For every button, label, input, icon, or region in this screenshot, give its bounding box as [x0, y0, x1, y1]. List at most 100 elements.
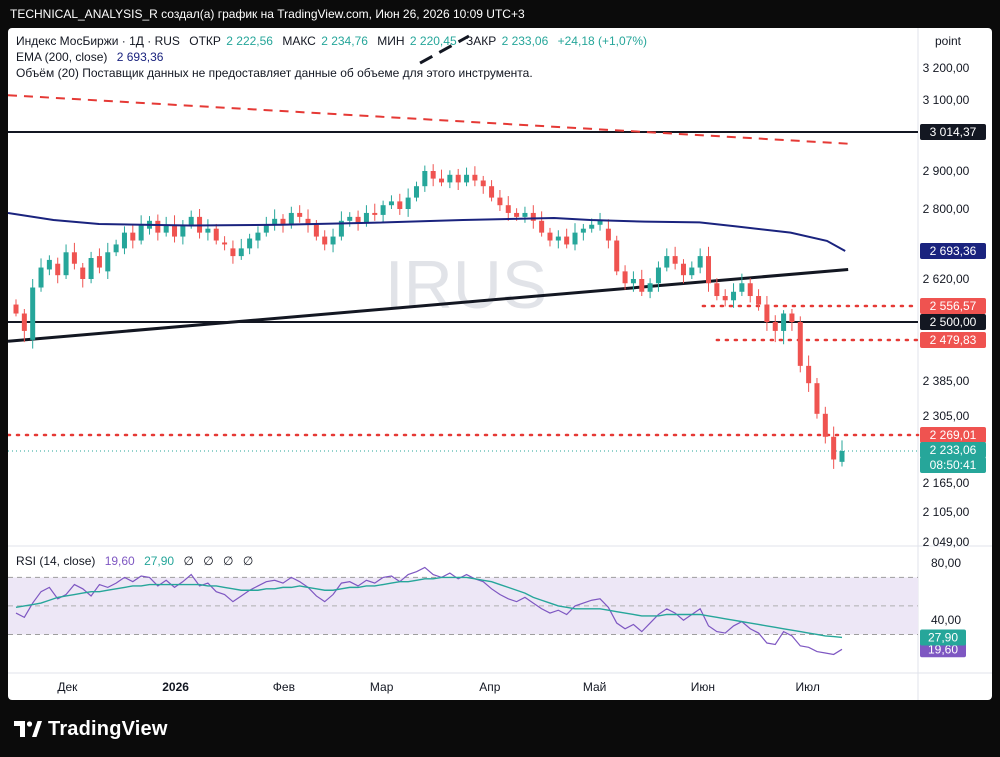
candle-body[interactable]: [388, 201, 394, 206]
candle-body[interactable]: [263, 224, 269, 233]
candle-body[interactable]: [447, 174, 453, 183]
candle-body[interactable]: [21, 313, 27, 331]
candle-body[interactable]: [831, 436, 837, 460]
candle-body[interactable]: [722, 296, 728, 301]
candle-body[interactable]: [188, 216, 194, 225]
candle-body[interactable]: [288, 212, 294, 225]
chart-panel[interactable]: IRUS 3 200,00 3 100,00 2 900,00 2 800,00 2 6…: [8, 28, 992, 700]
candle-body[interactable]: [772, 322, 778, 331]
candle-body[interactable]: [797, 322, 803, 366]
ema-200-line[interactable]: [8, 211, 846, 252]
candle-body[interactable]: [739, 283, 745, 292]
candle-body[interactable]: [655, 267, 661, 284]
candle-body[interactable]: [255, 232, 261, 241]
candle-body[interactable]: [647, 283, 653, 292]
candle-body[interactable]: [747, 283, 753, 297]
legend-symbol[interactable]: Индекс МосБиржи · 1Д · RUS: [16, 34, 180, 48]
candle-body[interactable]: [347, 216, 353, 221]
candle-body[interactable]: [781, 313, 787, 331]
chart-svg[interactable]: IRUS 3 200,00 3 100,00 2 900,00 2 800,00 2 6…: [8, 28, 992, 700]
candle-body[interactable]: [839, 451, 845, 462]
legend-ema-label[interactable]: EMA (200, close): [16, 50, 107, 64]
candle-body[interactable]: [63, 252, 69, 276]
candle-body[interactable]: [130, 232, 136, 241]
candle-body[interactable]: [822, 413, 828, 437]
candle-body[interactable]: [355, 216, 361, 223]
candle-body[interactable]: [372, 212, 378, 215]
candle-body[interactable]: [672, 256, 678, 264]
candle-body[interactable]: [539, 220, 545, 233]
candle-body[interactable]: [397, 201, 403, 209]
candle-body[interactable]: [405, 197, 411, 209]
candle-body[interactable]: [472, 174, 478, 181]
candle-body[interactable]: [714, 283, 720, 297]
candle-body[interactable]: [80, 267, 86, 279]
candle-body[interactable]: [180, 224, 186, 237]
candle-body[interactable]: [597, 220, 603, 225]
candle-body[interactable]: [622, 271, 628, 284]
candle-body[interactable]: [330, 236, 336, 245]
candle-body[interactable]: [247, 238, 253, 249]
candle-body[interactable]: [580, 228, 586, 233]
candle-body[interactable]: [497, 197, 503, 206]
candle-body[interactable]: [205, 228, 211, 233]
candle-body[interactable]: [614, 240, 620, 272]
rsi-legend-title[interactable]: RSI (14, close): [16, 554, 95, 568]
candle-body[interactable]: [30, 287, 36, 340]
candle-body[interactable]: [530, 212, 536, 221]
candle-body[interactable]: [222, 242, 228, 245]
candle-body[interactable]: [572, 232, 578, 245]
candle-body[interactable]: [297, 212, 303, 217]
candle-body[interactable]: [55, 263, 61, 276]
candle-body[interactable]: [88, 258, 94, 279]
candle-body[interactable]: [313, 224, 319, 237]
candle-body[interactable]: [605, 228, 611, 241]
candle-body[interactable]: [422, 171, 428, 187]
candle-body[interactable]: [555, 236, 561, 241]
candle-body[interactable]: [121, 232, 127, 249]
candle-body[interactable]: [480, 180, 486, 187]
candle-body[interactable]: [71, 252, 77, 264]
candle-body[interactable]: [789, 313, 795, 322]
candle-body[interactable]: [489, 186, 495, 198]
candle-body[interactable]: [138, 224, 144, 241]
candle-body[interactable]: [764, 304, 770, 322]
scale-mode-label[interactable]: point: [935, 34, 962, 48]
candle-body[interactable]: [756, 296, 762, 305]
candle-body[interactable]: [230, 248, 236, 257]
candle-body[interactable]: [806, 365, 812, 384]
candle-body[interactable]: [505, 205, 511, 213]
candle-body[interactable]: [589, 224, 595, 229]
candle-body[interactable]: [630, 279, 636, 284]
candle-body[interactable]: [564, 236, 570, 245]
candle-body[interactable]: [213, 228, 219, 241]
candle-body[interactable]: [96, 256, 102, 268]
candle-body[interactable]: [689, 267, 695, 276]
candle-body[interactable]: [514, 212, 520, 217]
candle-body[interactable]: [430, 171, 436, 179]
candle-body[interactable]: [172, 224, 178, 237]
candle-body[interactable]: [113, 244, 119, 253]
candle-body[interactable]: [363, 212, 369, 223]
candle-body[interactable]: [680, 263, 686, 276]
candle-body[interactable]: [380, 205, 386, 215]
tradingview-logo[interactable]: TradingView: [14, 716, 168, 742]
candle-body[interactable]: [697, 256, 703, 268]
candle-body[interactable]: [38, 267, 44, 288]
candle-body[interactable]: [413, 186, 419, 198]
candle-body[interactable]: [522, 212, 528, 217]
trendline[interactable]: [8, 94, 849, 145]
candle-body[interactable]: [547, 232, 553, 241]
candle-body[interactable]: [238, 248, 244, 257]
candle-body[interactable]: [322, 236, 328, 245]
candle-body[interactable]: [664, 256, 670, 268]
candle-body[interactable]: [439, 178, 445, 183]
candle-body[interactable]: [455, 174, 461, 183]
candle-body[interactable]: [105, 252, 111, 272]
candle-body[interactable]: [814, 383, 820, 414]
candle-body[interactable]: [46, 259, 52, 270]
candle-body[interactable]: [731, 291, 737, 301]
candle-body[interactable]: [639, 279, 645, 292]
candle-body[interactable]: [155, 220, 161, 233]
candle-body[interactable]: [464, 174, 470, 183]
